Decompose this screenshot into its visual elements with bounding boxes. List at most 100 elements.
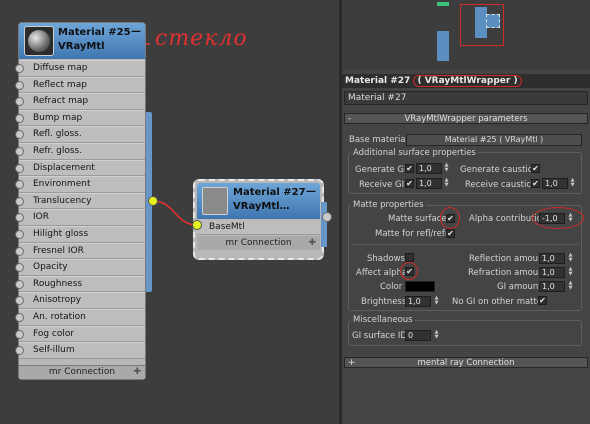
slot-input-socket[interactable] (15, 196, 24, 206)
node2-input-socket[interactable] (192, 220, 202, 230)
node2-expand-icon[interactable]: ✚ (308, 236, 316, 250)
node1-collapse-button[interactable]: — (131, 26, 141, 37)
node1-slot[interactable]: An. rotation (15, 308, 145, 326)
node1-slot[interactable]: Refr. gloss. (15, 142, 145, 160)
node1-output-socket[interactable] (148, 196, 158, 206)
slot-input-socket[interactable] (15, 163, 24, 173)
base-material-button[interactable]: Material #25 ( VRayMtl ) (406, 134, 582, 146)
node2-header[interactable]: Material #27 VRayMtl… — (197, 183, 320, 219)
slot-input-socket[interactable] (15, 312, 24, 322)
material-preview-sphere-icon (24, 26, 54, 56)
spinner-arrows-icon[interactable]: ▲ ▼ (567, 253, 574, 264)
minimap-view-rect[interactable] (460, 4, 504, 46)
navigator-minimap[interactable] (342, 0, 590, 70)
spinner-arrows-icon[interactable]: ▲ ▼ (443, 178, 450, 189)
refraction-amount-value[interactable]: 1,0 (539, 267, 565, 278)
node2-slot-basemtl[interactable]: BaseMtl (197, 220, 320, 235)
brightness-value[interactable]: 1,0 (405, 296, 431, 307)
gi-surface-id-label: GI surface ID (352, 331, 407, 341)
generate-caustics-checkbox[interactable]: ✔ (531, 164, 540, 173)
slot-label: Anisotropy (33, 295, 82, 306)
no-gi-checkbox[interactable]: ✔ (538, 296, 547, 305)
node1-slot[interactable]: Environment (15, 176, 145, 193)
spinner-arrows-icon[interactable]: ▲ ▼ (567, 281, 574, 292)
slot-input-socket[interactable] (15, 279, 24, 289)
slot-input-socket[interactable] (15, 229, 24, 239)
material-node-25[interactable]: Material #25 VRayMtl — Diffuse map Reflec… (15, 22, 146, 380)
node1-slot[interactable]: IOR (15, 209, 145, 226)
node1-slot[interactable]: Translucency (15, 192, 145, 210)
reflection-amount-value[interactable]: 1,0 (539, 253, 565, 264)
material-node-27[interactable]: Material #27 VRayMtl… — BaseMtl mr Conne… (193, 179, 324, 260)
rollout-mental-ray-connection[interactable]: + mental ray Connection (344, 357, 588, 368)
node1-slot[interactable]: Anisotropy (15, 292, 145, 309)
node2-output-socket[interactable] (322, 212, 332, 222)
spinner-arrows-icon[interactable]: ▲ ▼ (433, 330, 440, 341)
node1-slot[interactable]: Roughness (15, 275, 145, 293)
slot-label: Roughness (33, 278, 83, 289)
parameter-editor-panel: Material #27 ( VRayMtlWrapper ) Material… (342, 0, 590, 424)
node1-slot[interactable]: Diffuse map (15, 60, 145, 77)
gi-amount-label: GI amount (497, 282, 542, 292)
node1-slot[interactable]: Hilight gloss (15, 225, 145, 243)
shadows-checkbox[interactable] (405, 253, 414, 262)
matte-color-swatch[interactable] (405, 281, 435, 292)
base-material-label: Base material: (349, 135, 411, 145)
slot-input-socket[interactable] (15, 113, 24, 123)
rollout-toggle[interactable]: - (348, 114, 351, 125)
node1-header[interactable]: Material #25 VRayMtl — (19, 23, 145, 59)
node1-slot[interactable]: Displacement (15, 159, 145, 177)
node1-slot[interactable]: Refract map (15, 93, 145, 110)
slot-label: Environment (33, 179, 91, 190)
slot-input-socket[interactable] (15, 64, 24, 73)
slot-label: An. rotation (33, 311, 86, 322)
slot-input-socket[interactable] (15, 346, 24, 356)
receive-caustics-value[interactable]: 1,0 (542, 178, 568, 189)
gi-amount-value[interactable]: 1,0 (539, 281, 565, 292)
panel-title-name: Material #27 (345, 76, 411, 86)
slot-input-socket[interactable] (15, 296, 24, 306)
slot-input-socket[interactable] (15, 146, 24, 156)
slot-input-socket[interactable] (15, 246, 24, 256)
node1-slot[interactable]: Fresnel IOR (15, 242, 145, 260)
node1-slot[interactable]: Reflect map (15, 76, 145, 94)
rollout-toggle[interactable]: + (348, 358, 355, 369)
slot-input-socket[interactable] (15, 180, 24, 190)
separator (352, 244, 578, 245)
slot-input-socket[interactable] (15, 263, 24, 273)
matte-refl-label: Matte for refl/refr (375, 229, 449, 239)
matte-refl-checkbox[interactable]: ✔ (446, 229, 455, 238)
material-name-field[interactable]: Material #27 (344, 91, 588, 105)
rollout-vraymtlwrapper-parameters[interactable]: - VRayMtlWrapper parameters (344, 113, 588, 124)
slot-label: Refl. gloss. (33, 129, 82, 140)
spinner-arrows-icon[interactable]: ▲ ▼ (569, 178, 576, 189)
slot-input-socket[interactable] (15, 329, 24, 339)
receive-gi-value[interactable]: 1,0 (416, 178, 442, 189)
spinner-arrows-icon[interactable]: ▲ ▼ (567, 267, 574, 278)
gi-surface-id-value[interactable]: 0 (405, 330, 431, 341)
highlight-circle (440, 207, 460, 229)
node2-mr-connection[interactable]: mr Connection ✚ (197, 236, 320, 250)
receive-caustics-checkbox[interactable]: ✔ (531, 179, 540, 188)
node1-mr-connection[interactable]: mr Connection ✚ (19, 365, 145, 379)
node1-slot[interactable]: Refl. gloss. (15, 126, 145, 143)
node1-slot[interactable]: Self-illum (15, 342, 145, 359)
receive-gi-checkbox[interactable]: ✔ (405, 179, 414, 188)
slot-input-socket[interactable] (15, 213, 24, 223)
slot-input-socket[interactable] (15, 97, 24, 107)
spinner-arrows-icon[interactable]: ▲ ▼ (443, 163, 450, 174)
generate-gi-value[interactable]: 1,0 (416, 163, 442, 174)
node-editor-viewport[interactable]: Material #25 VRayMtl — Diffuse map Reflec… (0, 0, 339, 424)
spinner-arrows-icon[interactable]: ▲ ▼ (433, 296, 440, 307)
slot-input-socket[interactable] (15, 130, 24, 140)
no-gi-label: No GI on other mattes (452, 297, 547, 307)
node1-slot[interactable]: Opacity (15, 259, 145, 276)
slot-input-socket[interactable] (15, 80, 24, 90)
node1-slot[interactable]: Bump map (15, 109, 145, 127)
refraction-amount-label: Refraction amount (468, 268, 547, 278)
node1-expand-icon[interactable]: ✚ (133, 366, 141, 379)
generate-gi-checkbox[interactable]: ✔ (405, 164, 414, 173)
node1-slot[interactable]: Fog color (15, 325, 145, 343)
node2-collapse-button[interactable]: — (306, 186, 316, 197)
minimap-node (437, 31, 449, 61)
